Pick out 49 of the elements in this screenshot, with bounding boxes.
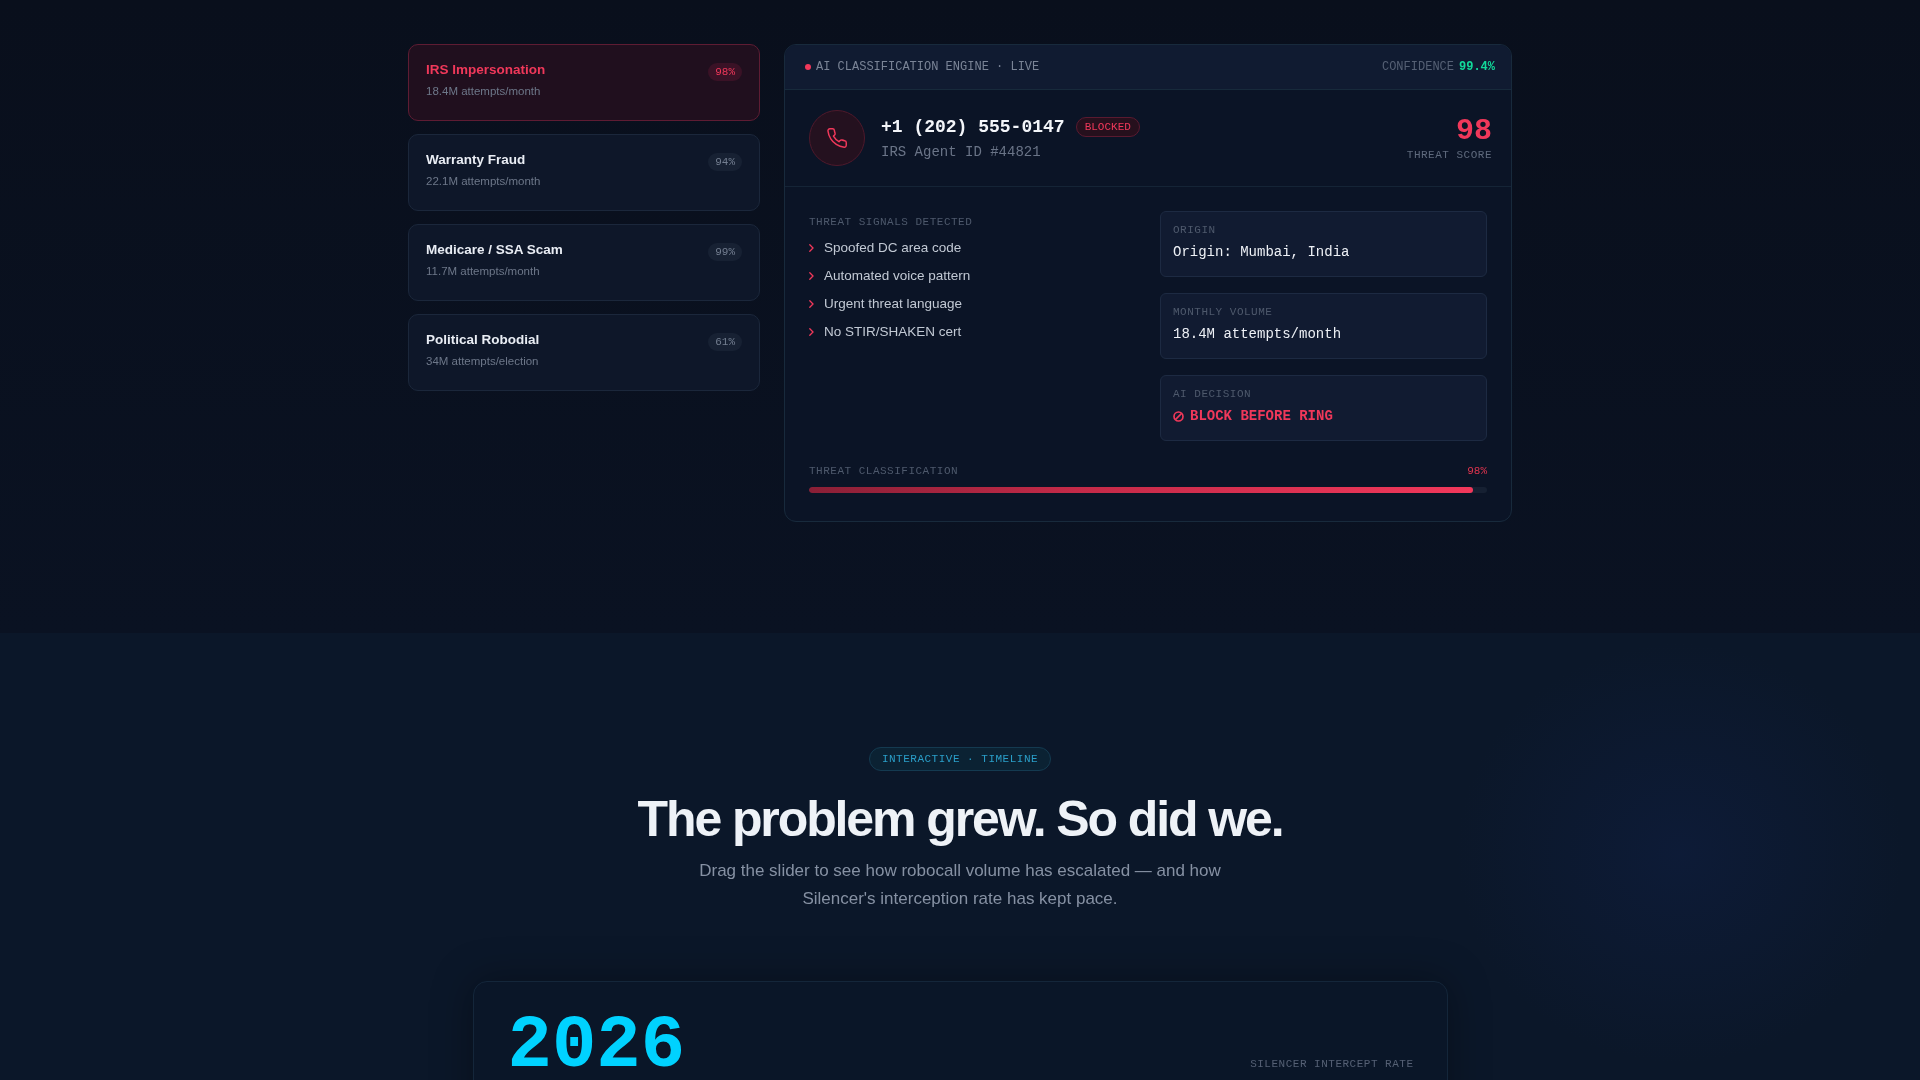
threat-signal: Automated voice pattern xyxy=(824,267,971,284)
section-description: Drag the slider to see how robocall volume has escalated — and how Silencer's interception rate has kept pace. xyxy=(698,860,1222,910)
confidence-label: CONFIDENCE xyxy=(1381,60,1454,74)
phone-number: +1 (202) 555-0147 xyxy=(881,116,1065,137)
threat-type-card[interactable]: Political Robodial 34M attempts/election 61% xyxy=(408,314,760,391)
attempts-count: 11.7M attempts/month xyxy=(426,264,540,279)
threat-type-title: Warranty Fraud xyxy=(426,151,526,169)
year-display: 2026 xyxy=(507,1018,686,1074)
threat-type-title: Medicare / SSA Scam xyxy=(426,241,563,259)
status-dot-icon xyxy=(805,64,811,70)
section-heading: The problem grew. So did we. xyxy=(637,791,1283,847)
decision-value: BLOCK BEFORE RING xyxy=(1190,407,1333,425)
attempts-count: 34M attempts/election xyxy=(426,354,539,369)
detail-label: MONTHLY VOLUME xyxy=(1173,305,1273,319)
phone-icon xyxy=(809,110,865,166)
caller-id: IRS Agent ID #44821 xyxy=(881,143,1041,160)
section-tag: INTERACTIVE · TIMELINE xyxy=(868,747,1052,771)
attempts-count: 22.1M attempts/month xyxy=(426,174,541,189)
detail-label: ORIGIN xyxy=(1173,223,1216,237)
chevron-icon xyxy=(809,271,814,280)
blocked-status-pill: BLOCKED xyxy=(1075,116,1140,137)
chevron-icon xyxy=(809,327,814,336)
threat-type-card[interactable]: Medicare / SSA Scam 11.7M attempts/month 99% xyxy=(408,224,760,301)
threat-score-label: THREAT SCORE xyxy=(1406,149,1492,161)
detail-value: Origin: Mumbai, India xyxy=(1173,243,1350,261)
prohibited-icon xyxy=(1173,410,1184,422)
classification-reading: 98% xyxy=(1467,465,1487,477)
threat-type-card[interactable]: IRS Impersonation 18.4M attempts/month 98% xyxy=(408,44,760,121)
chevron-icon xyxy=(809,299,814,308)
confidence-value: 99.4% xyxy=(1459,60,1495,74)
engine-title: AI CLASSIFICATION ENGINE · LIVE xyxy=(816,60,1040,74)
score-pill: 94% xyxy=(708,153,742,171)
detail-label: AI DECISION xyxy=(1173,387,1252,401)
score-pill: 99% xyxy=(708,243,742,261)
signals-heading: THREAT SIGNALS DETECTED xyxy=(809,216,973,228)
threat-signal: No STIR/SHAKEN cert xyxy=(824,323,962,340)
threat-type-title: Political Robodial xyxy=(426,331,540,349)
classification-label: THREAT CLASSIFICATION xyxy=(809,464,959,478)
threat-signal: Urgent threat language xyxy=(824,295,963,312)
threat-type-card[interactable]: Warranty Fraud 22.1M attempts/month 94% xyxy=(408,134,760,211)
threat-type-title: IRS Impersonation xyxy=(426,61,546,79)
chevron-icon xyxy=(809,243,814,252)
intercept-rate-label: SILENCER INTERCEPT RATE xyxy=(1250,1058,1414,1070)
score-pill: 61% xyxy=(708,333,742,351)
attempts-count: 18.4M attempts/month xyxy=(426,84,541,99)
detail-value: 18.4M attempts/month xyxy=(1173,325,1342,343)
score-pill: 98% xyxy=(708,63,742,81)
threat-signal: Spoofed DC area code xyxy=(824,239,962,256)
threat-score-value: 98 xyxy=(1456,115,1492,147)
